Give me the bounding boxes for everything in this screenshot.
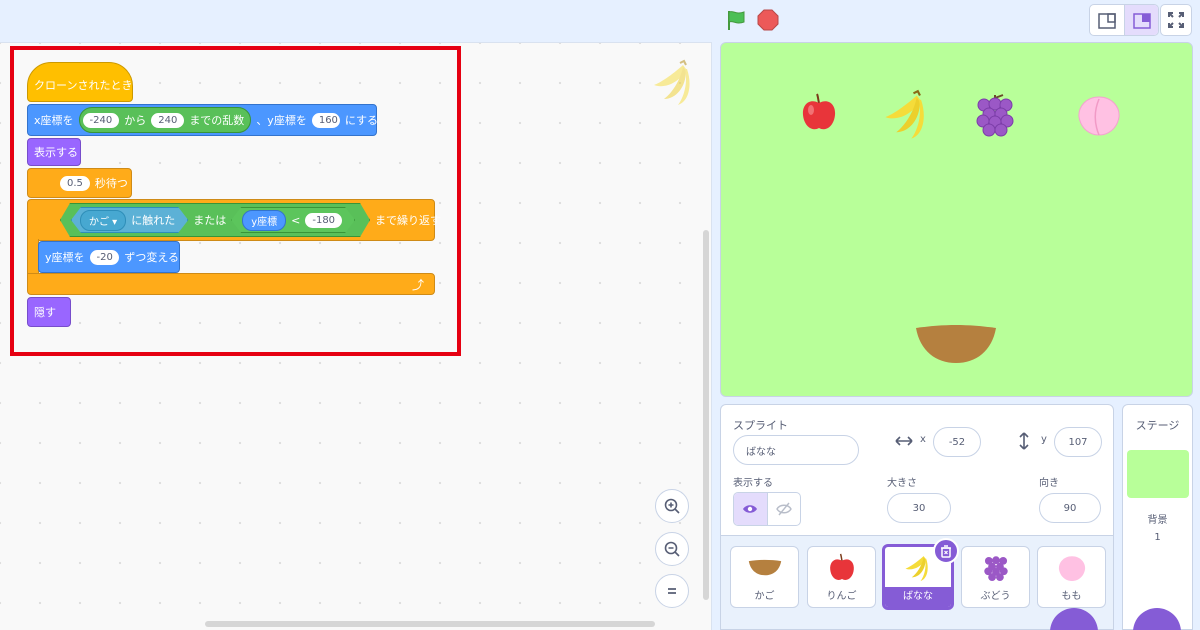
touching-block[interactable]: かご ▾ に触れた (71, 207, 188, 233)
hat-label: クローンされたとき (34, 79, 133, 92)
change-y-input[interactable]: -20 (89, 249, 120, 265)
size-input[interactable]: 30 (887, 493, 951, 523)
fullscreen-icon[interactable] (1160, 4, 1192, 36)
stage-layout-toggle (1089, 4, 1159, 36)
goto-separator: 、y座標を (256, 114, 307, 127)
apple-sprite-icon[interactable] (800, 93, 838, 133)
stage[interactable] (720, 42, 1193, 397)
when-cloned-hat-block[interactable]: クローンされたとき (27, 62, 133, 102)
wait-block[interactable]: 0.5 秒待つ (27, 168, 132, 198)
banana-thumb-icon (905, 556, 928, 582)
grapes-thumb-icon (983, 556, 1008, 581)
sprite-tile-name: かご (754, 591, 775, 602)
loop-arrow-icon: ⤴ (411, 277, 424, 292)
sprite-tile-basket[interactable]: かご (730, 546, 799, 608)
stop-icon[interactable] (757, 9, 779, 31)
wait-seconds-input[interactable]: 0.5 (60, 175, 90, 191)
stage-header (0, 0, 1200, 42)
random-to-input[interactable]: 240 (151, 112, 185, 128)
sprite-label: スプライト (733, 419, 788, 432)
or-operator-block[interactable]: かご ▾ に触れた または y座標 < -180 (60, 203, 370, 237)
apple-thumb-icon (829, 553, 854, 580)
peach-thumb-icon (1058, 556, 1085, 582)
random-from-label: から (124, 114, 147, 127)
banana-sprite-ghost-icon (654, 59, 690, 105)
delete-sprite-icon[interactable] (933, 538, 959, 564)
less-than-label: < (291, 213, 301, 227)
size-label: 大きさ (887, 478, 917, 489)
stage-thumbnail[interactable] (1127, 450, 1189, 498)
random-from-input[interactable]: -240 (82, 112, 120, 128)
change-y-prefix: y座標を (45, 251, 85, 264)
sprite-info-panel: スプライト ばなな x -52 y 107 表示する 大きさ 30 向き 90 (720, 404, 1114, 536)
goto-prefix: x座標を (34, 114, 74, 127)
sprite-tile-grapes[interactable]: ぶどう (961, 546, 1030, 608)
less-than-block[interactable]: y座標 < -180 (231, 207, 355, 233)
goto-suffix: にする (344, 114, 378, 127)
code-area[interactable]: クローンされたとき x座標を -240 から 240 までの乱数 、y座標を 1… (0, 42, 712, 630)
show-label: 表示する (34, 146, 78, 159)
basket-thumb-icon (748, 559, 781, 576)
basket-sprite-icon[interactable] (914, 325, 998, 365)
random-operator-block[interactable]: -240 から 240 までの乱数 (78, 107, 252, 133)
show-block[interactable]: 表示する (27, 138, 81, 166)
show-eye-icon[interactable] (734, 493, 767, 525)
repeat-until-bottom: ⤴ (27, 273, 435, 295)
change-y-block[interactable]: y座標を -20 ずつ変える (38, 241, 180, 273)
repeat-until-block[interactable]: かご ▾ に触れた または y座標 < -180 まで繰り返す (27, 199, 441, 241)
x-arrows-icon (895, 436, 913, 446)
wait-label: 秒待つ (94, 177, 128, 190)
touching-menu[interactable]: かご ▾ (80, 210, 126, 231)
x-position-input[interactable]: -52 (933, 427, 981, 457)
repeat-until-label: まで繰り返す (375, 214, 442, 227)
banana-sprite-icon[interactable] (881, 89, 933, 143)
stage-panel-title: ステージ (1135, 419, 1180, 432)
goto-random-xy-block[interactable]: x座標を -240 から 240 までの乱数 、y座標を 160 にする (27, 104, 378, 136)
y-label: y (1041, 434, 1047, 445)
backdrop-label: 背景 (1147, 515, 1168, 526)
less-than-value-input[interactable]: -180 (305, 213, 342, 228)
horizontal-scrollbar[interactable] (205, 621, 655, 627)
stage-panel[interactable]: ステージ 背景 1 (1122, 404, 1193, 630)
hide-eye-icon[interactable] (766, 493, 801, 525)
sprite-tile-apple[interactable]: りんご (807, 546, 876, 608)
goto-y-input[interactable]: 160 (311, 112, 340, 128)
zoom-out-icon[interactable] (655, 532, 689, 566)
sprite-tile-name: もも (1061, 591, 1082, 602)
direction-label: 向き (1039, 478, 1059, 489)
sprite-name-input[interactable]: ばなな (733, 435, 859, 465)
y-arrows-icon (1019, 432, 1029, 450)
zoom-reset-icon[interactable] (655, 574, 689, 608)
direction-input[interactable]: 90 (1039, 493, 1101, 523)
sprite-tile-name: ぶどう (980, 591, 1011, 602)
y-position-input[interactable]: 107 (1054, 427, 1102, 457)
backdrop-count: 1 (1154, 532, 1161, 543)
change-y-suffix: ずつ変える (124, 251, 179, 264)
peach-sprite-icon[interactable] (1076, 93, 1122, 137)
zoom-in-icon[interactable] (655, 489, 689, 523)
normal-stage-icon[interactable] (1124, 5, 1158, 35)
touching-label: に触れた (131, 214, 176, 227)
visibility-toggle (733, 492, 801, 526)
grapes-sprite-icon[interactable] (975, 93, 1015, 139)
small-stage-icon[interactable] (1090, 5, 1124, 35)
show-toggle-label: 表示する (733, 478, 773, 489)
y-position-reporter[interactable]: y座標 (242, 210, 286, 231)
green-flag-icon[interactable] (725, 9, 747, 31)
vertical-scrollbar[interactable] (703, 230, 709, 600)
or-label: または (193, 214, 227, 227)
x-label: x (920, 434, 926, 445)
sprite-tile-name: りんご (826, 591, 857, 602)
random-to-label: までの乱数 (189, 114, 245, 127)
hide-block[interactable]: 隠す (27, 297, 71, 327)
hide-label: 隠す (34, 306, 56, 319)
sprite-tile-name: ばなな (885, 587, 951, 607)
sprite-tile-peach[interactable]: もも (1037, 546, 1106, 608)
